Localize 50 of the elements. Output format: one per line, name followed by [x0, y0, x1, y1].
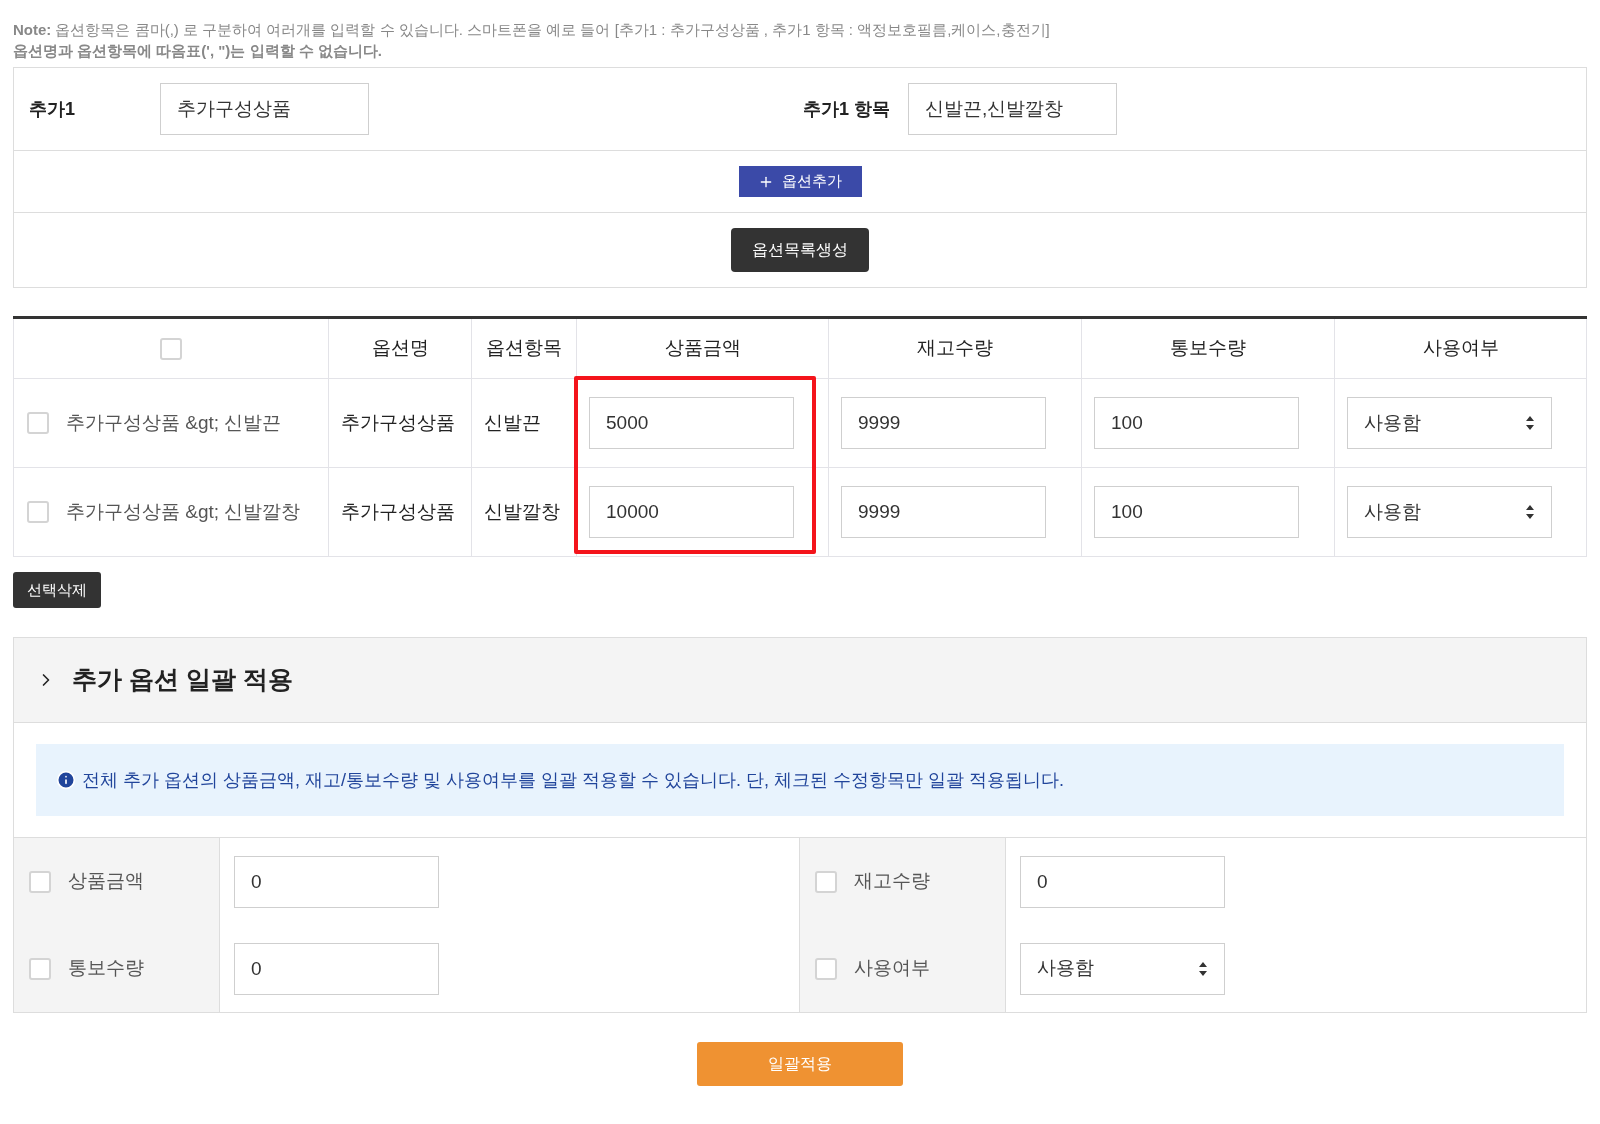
input-field[interactable]: 0: [1020, 855, 1225, 908]
note-text: Note: 옵션항목은 콤마(,) 로 구분하여 여러개를 입력할 수 있습니다. 스마트폰을 예로 들어 [추가1 : 추가구성상품 , 추가1 항목 : 액정보호필름,케이스,충전기]: [13, 20, 1051, 40]
select-dropdown[interactable]: 사용함: [1347, 397, 1552, 449]
checkbox[interactable]: [160, 337, 182, 360]
checkbox[interactable]: [27, 501, 49, 523]
field-label: 추가1 항목: [802, 97, 891, 121]
table-cell: 신발끈: [484, 411, 541, 433]
column-header: 옵션항목: [471, 317, 577, 379]
checkbox[interactable]: [29, 870, 51, 893]
column-header: 옵션명: [328, 317, 472, 379]
input-field[interactable]: 0: [234, 942, 439, 995]
option-title: 추가구성상품 &gt; 신발깔창: [66, 499, 301, 524]
column-header: 사용여부: [1334, 317, 1587, 379]
input-field[interactable]: 100: [1094, 397, 1299, 449]
input-field[interactable]: 추가구성상품: [160, 83, 369, 135]
select-dropdown[interactable]: 사용함: [1020, 942, 1225, 995]
select-dropdown[interactable]: 사용함: [1347, 486, 1552, 538]
info-icon: [56, 770, 76, 790]
input-field[interactable]: 9999: [841, 397, 1046, 449]
bulk-section-header[interactable]: 추가 옵션 일괄 적용: [14, 638, 1586, 723]
checkbox[interactable]: [29, 957, 51, 980]
field-label: 사용여부: [854, 956, 930, 981]
note-text: 옵션명과 옵션항목에 따옴표(', ")는 입력할 수 없습니다.: [13, 41, 383, 61]
input-field[interactable]: 신발끈,신발깔창: [908, 83, 1117, 135]
checkbox[interactable]: [815, 957, 837, 980]
table-cell: 추가구성상품: [341, 500, 455, 522]
generate-list-button[interactable]: 옵션목록생성: [731, 228, 869, 272]
input-field[interactable]: 9999: [841, 486, 1046, 538]
updown-arrow-icon: [1525, 415, 1535, 431]
add-option-button[interactable]: 옵션추가: [738, 166, 862, 197]
field-label: 통보수량: [68, 956, 144, 981]
column-header: 통보수량: [1081, 317, 1335, 379]
section-title: 추가 옵션 일괄 적용: [72, 664, 293, 696]
input-field[interactable]: 5000: [589, 397, 794, 449]
column-header: 재고수량: [828, 317, 1082, 379]
delete-selected-button[interactable]: 선택삭제: [13, 572, 101, 608]
info-text: 전체 추가 옵션의 상품금액, 재고/통보수량 및 사용여부를 일괄 적용할 수 있습니다. 단, 체크된 수정항목만 일괄 적용됩니다.: [82, 768, 1065, 792]
input-field[interactable]: 0: [234, 855, 439, 908]
checkbox[interactable]: [815, 870, 837, 893]
table-cell: 신발깔창: [484, 500, 560, 522]
option-title: 추가구성상품 &gt; 신발끈: [66, 410, 282, 435]
field-label: 재고수량: [854, 869, 930, 894]
updown-arrow-icon: [1525, 504, 1535, 520]
field-label: 추가1: [28, 97, 76, 121]
checkbox[interactable]: [27, 412, 49, 434]
field-label: 상품금액: [68, 869, 144, 894]
table-cell: 추가구성상품: [341, 411, 455, 433]
input-field[interactable]: 10000: [589, 486, 794, 538]
updown-arrow-icon: [1198, 960, 1208, 977]
input-field[interactable]: 100: [1094, 486, 1299, 538]
